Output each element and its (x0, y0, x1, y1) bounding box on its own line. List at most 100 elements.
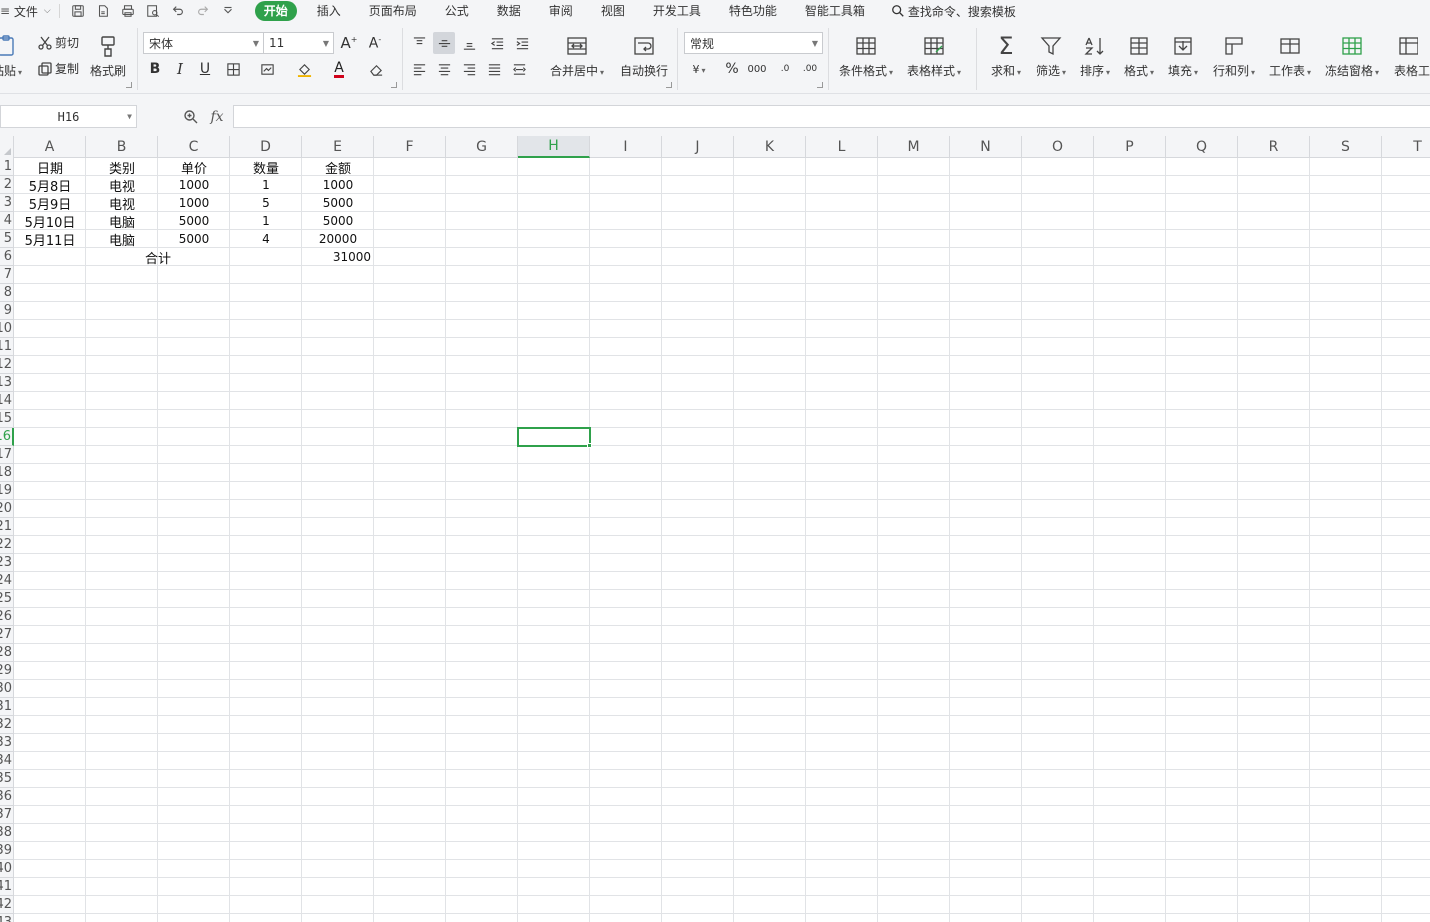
table-style-button[interactable]: 表格样式 ▾ (907, 30, 961, 79)
column-header-l[interactable]: L (806, 136, 878, 158)
column-header-c[interactable]: C (158, 136, 230, 158)
column-header-a[interactable]: A (14, 136, 86, 158)
cell-c4[interactable]: 5000 (158, 212, 230, 230)
print-preview-icon[interactable] (141, 1, 166, 21)
cell-d1[interactable]: 数量 (230, 158, 302, 177)
row-header-10[interactable]: 10 (0, 320, 14, 338)
column-header-g[interactable]: G (446, 136, 518, 158)
row-header-18[interactable]: 18 (0, 464, 14, 482)
align-right-button[interactable] (458, 58, 480, 80)
row-header-22[interactable]: 22 (0, 536, 14, 554)
row-header-2[interactable]: 2 (0, 176, 14, 194)
align-top-button[interactable] (408, 32, 430, 54)
spreadsheet-grid[interactable]: ABCDEFGHIJKLMNOPQRST12345678910111213141… (0, 136, 1430, 922)
cell-a4[interactable]: 5月10日 (14, 212, 86, 231)
paste-button[interactable]: 粘贴▾ (0, 30, 22, 79)
freeze-panes-button[interactable]: 冻结窗格 ▾ (1325, 30, 1379, 79)
distributed-align-button[interactable] (508, 58, 530, 80)
font-size-select[interactable]: 11 ▼ (263, 32, 334, 54)
font-dialog-launcher[interactable] (391, 82, 397, 88)
sum-button[interactable]: Σ 求和 ▾ (991, 30, 1021, 79)
cell-e3[interactable]: 5000 (302, 194, 374, 212)
tab-data[interactable]: 数据 (495, 1, 523, 21)
row-header-38[interactable]: 38 (0, 824, 14, 842)
thousands-button[interactable]: 000 (746, 58, 768, 80)
wrap-text-button[interactable]: 自动换行 (620, 30, 668, 79)
cell-b3[interactable]: 电视 (86, 194, 158, 213)
cell-a5[interactable]: 5月11日 (14, 230, 86, 249)
bold-button[interactable]: B (144, 58, 166, 80)
row-header-12[interactable]: 12 (0, 356, 14, 374)
row-header-7[interactable]: 7 (0, 266, 14, 284)
align-middle-button[interactable] (433, 32, 455, 54)
save-icon[interactable] (66, 1, 91, 21)
row-header-40[interactable]: 40 (0, 860, 14, 878)
cell-d5[interactable]: 4 (230, 230, 302, 248)
row-header-14[interactable]: 14 (0, 392, 14, 410)
column-header-j[interactable]: J (662, 136, 734, 158)
decrease-decimal-button[interactable]: .00 (799, 58, 821, 80)
cell-b1[interactable]: 类别 (86, 158, 158, 177)
name-box[interactable]: H16 ▼ (0, 105, 137, 128)
cell-e1[interactable]: 金额 (302, 158, 374, 177)
formula-input[interactable] (233, 105, 1430, 128)
row-header-35[interactable]: 35 (0, 770, 14, 788)
row-header-39[interactable]: 39 (0, 842, 14, 860)
sort-button[interactable]: 排序 ▾ (1080, 30, 1110, 79)
cell-e4[interactable]: 5000 (302, 212, 374, 230)
clipboard-dialog-launcher[interactable] (126, 82, 132, 88)
row-header-37[interactable]: 37 (0, 806, 14, 824)
row-col-button[interactable]: 行和列 ▾ (1213, 30, 1255, 79)
copy-button[interactable]: 复制 (37, 60, 79, 77)
total-value-cell[interactable]: 31000 (302, 248, 374, 266)
tab-formulas[interactable]: 公式 (443, 1, 471, 21)
column-header-i[interactable]: I (590, 136, 662, 158)
column-header-r[interactable]: R (1238, 136, 1310, 158)
row-header-36[interactable]: 36 (0, 788, 14, 806)
cell-a3[interactable]: 5月9日 (14, 194, 86, 213)
number-dialog-launcher[interactable] (817, 82, 823, 88)
tab-features[interactable]: 特色功能 (727, 1, 779, 21)
column-header-k[interactable]: K (734, 136, 806, 158)
column-header-o[interactable]: O (1022, 136, 1094, 158)
cell-c1[interactable]: 单价 (158, 158, 230, 177)
row-header-3[interactable]: 3 (0, 194, 14, 212)
tab-home[interactable]: 开始 (254, 1, 297, 21)
table-tools-button[interactable]: 表格工 (1394, 30, 1430, 79)
fill-color-button[interactable] (293, 58, 315, 80)
customize-quick-access-icon[interactable] (216, 1, 241, 21)
filter-button[interactable]: 筛选 ▾ (1036, 30, 1066, 79)
export-pdf-icon[interactable] (91, 1, 116, 21)
cell-e5[interactable]: 20000 (302, 230, 374, 248)
select-all-corner[interactable] (0, 136, 14, 158)
row-header-30[interactable]: 30 (0, 680, 14, 698)
print-icon[interactable] (116, 1, 141, 21)
currency-button[interactable]: ¥ ▾ (688, 58, 710, 80)
column-header-b[interactable]: B (86, 136, 158, 158)
tab-developer[interactable]: 开发工具 (651, 1, 703, 21)
cell-c2[interactable]: 1000 (158, 176, 230, 194)
cut-button[interactable]: 剪切 (37, 34, 79, 51)
column-header-t[interactable]: T (1382, 136, 1430, 158)
cell-d2[interactable]: 1 (230, 176, 302, 194)
percent-button[interactable]: % (721, 58, 743, 80)
row-header-34[interactable]: 34 (0, 752, 14, 770)
zoom-formula-button[interactable] (181, 107, 201, 127)
clear-format-button[interactable] (365, 58, 387, 80)
tab-page-layout[interactable]: 页面布局 (367, 1, 419, 21)
cell-b2[interactable]: 电视 (86, 176, 158, 195)
row-header-25[interactable]: 25 (0, 590, 14, 608)
font-name-select[interactable]: 宋体 ▼ (143, 32, 264, 54)
cell-d3[interactable]: 5 (230, 194, 302, 212)
column-header-e[interactable]: E (302, 136, 374, 158)
column-header-n[interactable]: N (950, 136, 1022, 158)
cell-a2[interactable]: 5月8日 (14, 176, 86, 195)
cell-a1[interactable]: 日期 (14, 158, 86, 177)
italic-button[interactable]: I (169, 58, 191, 80)
borders-button[interactable] (222, 58, 244, 80)
alignment-dialog-launcher[interactable] (666, 82, 672, 88)
column-header-d[interactable]: D (230, 136, 302, 158)
row-header-29[interactable]: 29 (0, 662, 14, 680)
row-header-23[interactable]: 23 (0, 554, 14, 572)
column-header-p[interactable]: P (1094, 136, 1166, 158)
